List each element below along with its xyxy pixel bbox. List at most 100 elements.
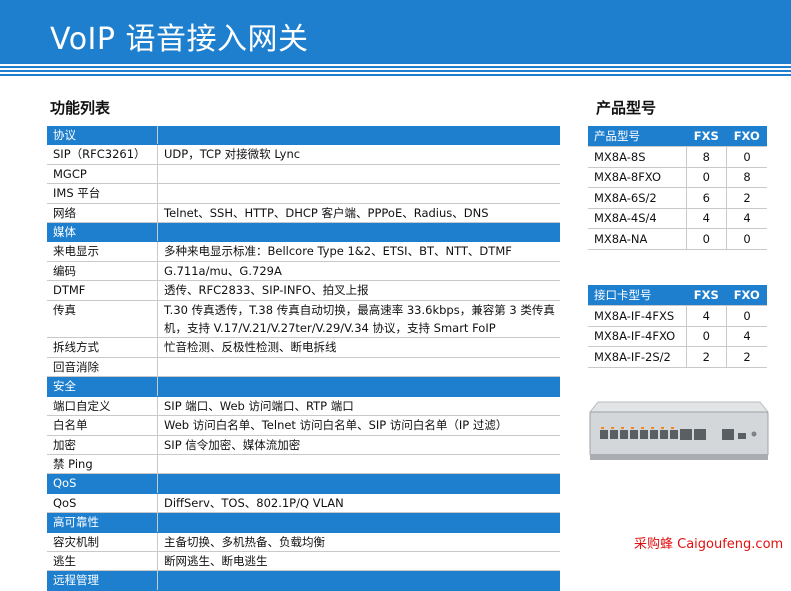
model-cell: 0 [686, 228, 727, 250]
card-cell: 4 [686, 305, 727, 327]
feature-row: 来电显示 多种来电显示标准：Bellcore Type 1&2、ETSI、BT、N… [47, 241, 560, 262]
model-cell: 6 [686, 187, 727, 209]
feature-section-filler [157, 222, 560, 243]
model-cell: MX8A-8FXO [588, 167, 687, 188]
feature-value: 多种来电显示标准：Bellcore Type 1&2、ETSI、BT、NTT、D… [157, 241, 560, 262]
feature-value [157, 454, 560, 475]
model-row: MX8A-NA 0 0 [588, 228, 767, 250]
feature-section-header: 远程管理 [47, 570, 560, 591]
feature-key: DTMF [47, 280, 158, 301]
feature-key: QoS [47, 493, 158, 514]
model-cell: 0 [726, 228, 767, 250]
features-table: 协议 SIP（RFC3261） UDP，TCP 对接微软 Lync MGCP IMS 平… [47, 126, 560, 591]
feature-key: 端口自定义 [47, 396, 158, 417]
feature-section-filler [157, 126, 560, 146]
card-header-cell: 接口卡型号 [588, 285, 686, 306]
card-header-row: 接口卡型号 FXS FXO [588, 285, 767, 306]
card-cell: 2 [686, 346, 727, 368]
feature-value [157, 164, 560, 185]
model-header-row: 产品型号 FXS FXO [588, 126, 767, 147]
card-cell: 4 [726, 326, 767, 347]
feature-value: Telnet、SSH、HTTP、DHCP 客户端、PPPoE、Radius、DN… [157, 203, 560, 224]
models-table: 产品型号 FXS FXO MX8A-8S 8 0 MX8A-8FXO 0 8 MX8A-6S/2 6… [588, 126, 767, 250]
feature-row: 编码 G.711a/mu、G.729A [47, 261, 560, 282]
feature-section-filler [157, 473, 560, 494]
feature-key: 容灾机制 [47, 532, 158, 552]
feature-section-label: 安全 [47, 376, 158, 397]
feature-section-header: 协议 [47, 126, 560, 146]
feature-key: 编码 [47, 261, 158, 282]
feature-section-label: QoS [47, 473, 158, 494]
models-heading: 产品型号 [596, 99, 657, 117]
model-cell: 0 [726, 146, 767, 168]
model-row: MX8A-4S/4 4 4 [588, 208, 767, 229]
feature-value [157, 357, 560, 378]
feature-section-filler [157, 512, 560, 533]
feature-section-label: 协议 [47, 126, 158, 146]
model-cell: 4 [726, 208, 767, 229]
model-cell: MX8A-4S/4 [588, 208, 687, 229]
feature-key: 白名单 [47, 415, 158, 436]
feature-section-label: 高可靠性 [47, 512, 158, 533]
model-row: MX8A-6S/2 6 2 [588, 187, 767, 209]
feature-section-filler [157, 376, 560, 397]
feature-value: SIP 信令加密、媒体流加密 [157, 435, 560, 455]
feature-row: IMS 平台 [47, 183, 560, 204]
feature-value: G.711a/mu、G.729A [157, 261, 560, 282]
model-cell: MX8A-6S/2 [588, 187, 687, 209]
feature-key: MGCP [47, 164, 158, 185]
model-cell: 8 [726, 167, 767, 188]
gateway-device-image [588, 401, 770, 460]
feature-row: DTMF 透传、RFC2833、SIP-INFO、拍叉上报 [47, 280, 560, 301]
model-cell: 2 [726, 187, 767, 209]
feature-value: DiffServ、TOS、802.1P/Q VLAN [157, 493, 560, 514]
feature-row: 容灾机制 主备切换、多机热备、负载均衡 [47, 532, 560, 552]
card-cell: 0 [686, 326, 727, 347]
feature-section-header: QoS [47, 473, 560, 494]
feature-value: SIP 端口、Web 访问端口、RTP 端口 [157, 396, 560, 417]
model-cell: 8 [686, 146, 727, 168]
model-row: MX8A-8FXO 0 8 [588, 167, 767, 188]
feature-section-label: 媒体 [47, 222, 158, 243]
feature-key: 禁 Ping [47, 454, 158, 475]
model-header-cell: 产品型号 [588, 126, 686, 147]
model-cell: MX8A-8S [588, 146, 687, 168]
feature-section-header: 高可靠性 [47, 512, 560, 533]
banner-stripes [0, 62, 791, 76]
feature-key: 逃生 [47, 551, 158, 572]
title-banner: VoIP 语音接入网关 [0, 0, 791, 62]
card-cell: MX8A-IF-4FXS [588, 305, 687, 327]
interface-cards-table: 接口卡型号 FXS FXO MX8A-IF-4FXS 4 0 MX8A-IF-4FXO 0 4 M… [588, 285, 767, 368]
card-row: MX8A-IF-2S/2 2 2 [588, 346, 767, 368]
footer-brand[interactable]: 采购蜂 Caigoufeng.com [634, 533, 783, 552]
feature-section-header: 媒体 [47, 222, 560, 243]
feature-row: MGCP [47, 164, 560, 185]
feature-row: 加密 SIP 信令加密、媒体流加密 [47, 435, 560, 455]
feature-row: 拆线方式 忙音检测、反极性检测、断电拆线 [47, 337, 560, 358]
feature-value [157, 183, 560, 204]
model-cell: MX8A-NA [588, 228, 687, 250]
card-header-cell: FXS [686, 285, 727, 306]
feature-key: IMS 平台 [47, 183, 158, 204]
page-title: VoIP 语音接入网关 [50, 22, 309, 57]
model-cell: 0 [686, 167, 727, 188]
model-header-cell: FXS [686, 126, 727, 147]
feature-key: SIP（RFC3261） [47, 144, 158, 165]
feature-key: 加密 [47, 435, 158, 455]
feature-section-filler [157, 570, 560, 591]
features-heading: 功能列表 [50, 99, 111, 117]
feature-row: 禁 Ping [47, 454, 560, 475]
feature-row: 逃生 断网逃生、断电逃生 [47, 551, 560, 572]
feature-row: 白名单 Web 访问白名单、Telnet 访问白名单、SIP 访问白名单（IP 过… [47, 415, 560, 436]
feature-key: 传真 [47, 300, 158, 339]
card-cell: 0 [726, 305, 767, 327]
card-cell: MX8A-IF-2S/2 [588, 346, 687, 368]
feature-key: 网络 [47, 203, 158, 224]
card-cell: 2 [726, 346, 767, 368]
feature-key: 来电显示 [47, 241, 158, 262]
model-header-cell: FXO [726, 126, 767, 147]
feature-row: 端口自定义 SIP 端口、Web 访问端口、RTP 端口 [47, 396, 560, 417]
feature-row: 传真 T.30 传真透传，T.38 传真自动切换，最高速率 33.6kbps，兼容… [47, 300, 560, 339]
card-row: MX8A-IF-4FXS 4 0 [588, 305, 767, 327]
feature-value: 主备切换、多机热备、负载均衡 [157, 532, 560, 552]
